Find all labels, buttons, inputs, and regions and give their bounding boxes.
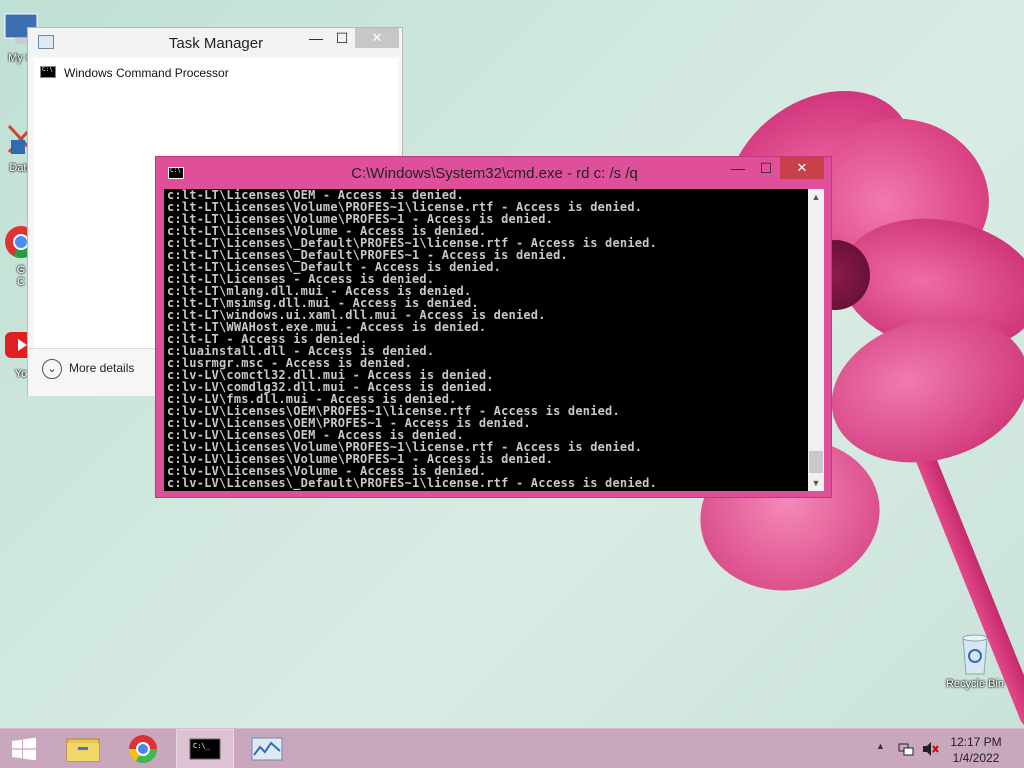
desktop-icon-label: Recycle Bin — [945, 678, 1005, 690]
cmd-icon: C:\_ — [189, 738, 221, 760]
taskbar-chrome[interactable] — [114, 729, 172, 768]
cmd-icon — [40, 66, 56, 78]
desktop-icon-recycle-bin[interactable]: Recycle Bin — [940, 632, 1010, 690]
svg-text:C:\_: C:\_ — [193, 742, 211, 750]
more-details-link[interactable]: More details — [69, 361, 134, 375]
desktop-icon-label: G C — [16, 264, 26, 288]
taskbar-file-explorer[interactable] — [54, 729, 112, 768]
maximize-button[interactable]: ☐ — [329, 28, 355, 48]
clock-time: 12:17 PM — [950, 735, 1002, 749]
console-output[interactable]: c:lt-LT\Licenses\OEM - Access is denied.… — [164, 189, 808, 491]
scroll-down-icon[interactable]: ▼ — [808, 475, 824, 491]
cmd-titlebar[interactable]: C:\Windows\System32\cmd.exe - rd c: /s /… — [156, 157, 831, 189]
minimize-button[interactable]: — — [724, 157, 752, 179]
taskbar-task-manager[interactable] — [238, 729, 296, 768]
maximize-button[interactable]: ☐ — [752, 157, 780, 179]
windows-logo-icon — [12, 737, 36, 761]
system-tray: ▲ — [870, 729, 950, 768]
desktop-icon-label: Yo — [14, 368, 28, 380]
task-manager-icon — [251, 737, 283, 761]
recycle-bin-icon — [962, 634, 988, 675]
console-line: c:lv-LV\Licenses\_Default\PROFES~1\licen… — [167, 476, 658, 490]
process-name: Windows Command Processor — [64, 66, 229, 80]
scroll-thumb[interactable] — [809, 451, 823, 473]
chevron-down-icon[interactable]: ⌄ — [42, 359, 62, 379]
clock[interactable]: 12:17 PM 1/4/2022 — [946, 734, 1006, 766]
close-button[interactable]: ✕ — [355, 28, 399, 48]
folder-icon — [66, 738, 100, 762]
vertical-scrollbar[interactable]: ▲ ▼ — [808, 189, 824, 491]
close-button[interactable]: ✕ — [780, 157, 824, 179]
network-icon[interactable] — [898, 741, 914, 757]
taskbar: C:\_ ▲ 12:17 PM 1/4/2022 — [0, 728, 1024, 768]
cmd-window: C:\Windows\System32\cmd.exe - rd c: /s /… — [155, 156, 832, 498]
volume-muted-icon[interactable] — [922, 741, 940, 757]
chrome-icon — [129, 735, 157, 763]
clock-date: 1/4/2022 — [952, 751, 1000, 765]
chevron-up-icon[interactable]: ▲ — [876, 741, 885, 751]
scroll-up-icon[interactable]: ▲ — [808, 189, 824, 205]
minimize-button[interactable]: — — [303, 28, 329, 48]
start-button[interactable] — [0, 729, 48, 768]
taskbar-cmd[interactable]: C:\_ — [176, 729, 234, 768]
task-manager-titlebar[interactable]: Task Manager — ☐ ✕ — [28, 28, 402, 56]
